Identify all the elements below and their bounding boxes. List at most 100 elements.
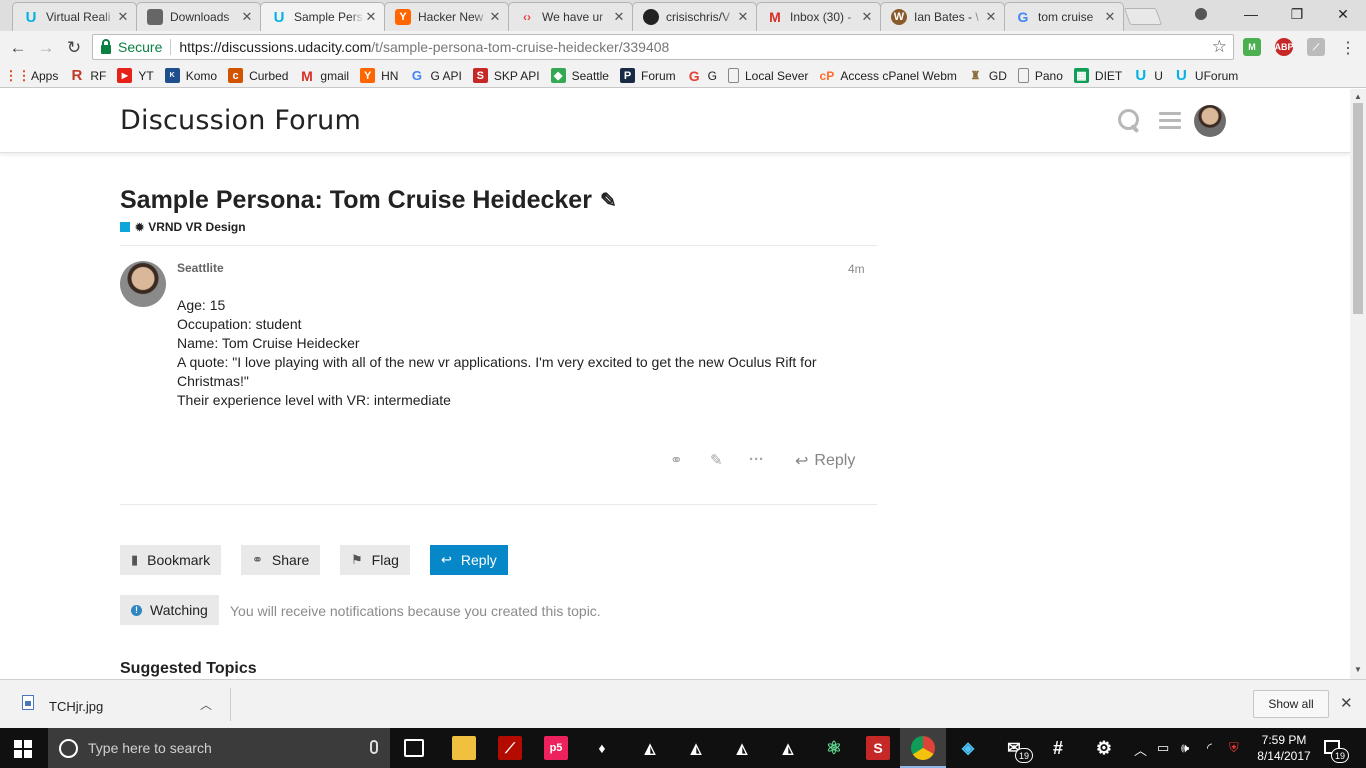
bookmark-star-icon[interactable]: ☆ bbox=[1212, 37, 1227, 57]
tab-inbox[interactable]: M Inbox (30) - ✕ bbox=[756, 2, 881, 31]
volume-icon[interactable]: 🕪 bbox=[1181, 740, 1189, 756]
scroll-down-icon[interactable]: ▼ bbox=[1354, 665, 1362, 674]
address-bar[interactable]: Secure https://discussions.udacity.com/t… bbox=[92, 34, 1234, 60]
chevron-up-icon[interactable]: ︿ bbox=[1134, 740, 1147, 759]
bookmark-cpanel[interactable]: cP Access cPanel Webm bbox=[819, 68, 957, 83]
bookmark-g[interactable]: GG bbox=[687, 68, 717, 84]
post-reply-button[interactable]: ↩ Reply bbox=[795, 451, 855, 471]
share-button[interactable]: ⚭ Share bbox=[241, 545, 321, 575]
taskbar-search[interactable]: Type here to search bbox=[48, 728, 390, 768]
tab-we-have-ur[interactable]: ‹› We have ur ✕ bbox=[508, 2, 633, 31]
settings-gear-icon[interactable]: ⚙ bbox=[1092, 736, 1116, 760]
show-all-button[interactable]: Show all bbox=[1253, 690, 1329, 718]
close-icon[interactable]: ✕ bbox=[240, 9, 254, 25]
notification-level-button[interactable]: ! Watching bbox=[120, 595, 219, 625]
bookmark-rf[interactable]: R RF bbox=[69, 67, 106, 84]
user-avatar[interactable] bbox=[1194, 105, 1226, 137]
tab-sample-persona[interactable]: U Sample Pers ✕ bbox=[260, 2, 385, 31]
bookmark-gd[interactable]: ♜ GD bbox=[968, 68, 1006, 83]
shield-icon[interactable]: ⛨ bbox=[1229, 740, 1239, 756]
app-icon[interactable]: ♦ bbox=[590, 736, 614, 760]
bookmark-gmail[interactable]: Mgmail bbox=[299, 68, 349, 84]
tab-tom-cruise-search[interactable]: G tom cruise ✕ bbox=[1004, 2, 1124, 31]
pencil-icon[interactable]: ✎ bbox=[600, 188, 617, 213]
wifi-icon[interactable]: ◜ bbox=[1207, 740, 1212, 756]
bookmark-seattle[interactable]: ◆ Seattle bbox=[550, 68, 609, 83]
search-icon[interactable] bbox=[1118, 109, 1140, 131]
bookmark-skp-api[interactable]: S SKP API bbox=[472, 68, 540, 83]
profile-icon[interactable] bbox=[1178, 0, 1224, 28]
menu-icon[interactable] bbox=[1159, 112, 1181, 130]
bookmark-apps[interactable]: ⋮⋮ Apps bbox=[5, 68, 59, 83]
bookmark-yt[interactable]: ▶ YT bbox=[117, 68, 154, 83]
window-close-icon[interactable]: ✕ bbox=[1320, 0, 1366, 28]
chrome-menu-icon[interactable]: ⋮ bbox=[1336, 36, 1360, 60]
bookmark-pano[interactable]: Pano bbox=[1017, 68, 1063, 83]
file-explorer-icon[interactable] bbox=[452, 736, 476, 760]
bookmark-forum[interactable]: P Forum bbox=[619, 68, 676, 83]
restore-icon[interactable]: ❐ bbox=[1274, 0, 1320, 28]
close-icon[interactable]: ✕ bbox=[1103, 9, 1117, 25]
close-icon[interactable]: ✕ bbox=[488, 9, 502, 25]
extension-m-icon[interactable]: M bbox=[1243, 38, 1261, 56]
link-icon[interactable]: ⚭ bbox=[670, 451, 683, 469]
bookmark-g-api[interactable]: G G API bbox=[409, 68, 462, 83]
more-icon[interactable]: ··· bbox=[749, 451, 764, 468]
tab-downloads[interactable]: Downloads ✕ bbox=[136, 2, 261, 31]
close-icon[interactable]: ✕ bbox=[1340, 694, 1353, 712]
new-tab-button[interactable] bbox=[1123, 8, 1163, 25]
close-icon[interactable]: ✕ bbox=[116, 9, 130, 25]
category-badge[interactable]: ✹ VRND VR Design bbox=[120, 220, 246, 234]
adblock-icon[interactable]: ABP bbox=[1275, 38, 1294, 56]
bookmark-u[interactable]: UU bbox=[1133, 67, 1163, 84]
site-title[interactable]: Discussion Forum bbox=[120, 105, 361, 136]
reply-button[interactable]: ↩ Reply bbox=[430, 545, 508, 575]
system-clock[interactable]: 7:59 PM 8/14/2017 bbox=[1254, 732, 1314, 764]
pdf-extension-icon[interactable]: ⟋ bbox=[1307, 38, 1325, 56]
back-icon[interactable]: ← bbox=[6, 36, 30, 60]
post-avatar[interactable] bbox=[120, 261, 166, 307]
slack-icon[interactable]: # bbox=[1046, 736, 1070, 760]
battery-icon[interactable]: ▭ bbox=[1157, 740, 1169, 756]
chrome-icon[interactable] bbox=[911, 736, 935, 760]
bookmark-komo[interactable]: K Komo bbox=[164, 68, 217, 83]
close-icon[interactable]: ✕ bbox=[736, 9, 750, 25]
acrobat-icon[interactable]: ⟋ bbox=[498, 736, 522, 760]
bookmark-uforum[interactable]: U UForum bbox=[1174, 67, 1238, 84]
atom-icon[interactable]: ⚛ bbox=[822, 736, 846, 760]
post-username[interactable]: Seattlite bbox=[177, 261, 224, 275]
unity-icon[interactable]: ◭ bbox=[638, 736, 662, 760]
scroll-thumb[interactable] bbox=[1353, 103, 1363, 314]
bookmark-button[interactable]: ▮ Bookmark bbox=[120, 545, 222, 575]
sketchup-icon[interactable]: S bbox=[866, 736, 890, 760]
close-icon[interactable]: ✕ bbox=[612, 9, 626, 25]
bookmark-hn[interactable]: Y HN bbox=[360, 68, 398, 83]
minimize-icon[interactable]: — bbox=[1228, 0, 1274, 28]
tab-virtual-reality[interactable]: U Virtual Reali ✕ bbox=[12, 2, 137, 31]
p5-icon[interactable]: p5 bbox=[544, 736, 568, 760]
forward-icon[interactable]: → bbox=[34, 36, 58, 60]
scroll-up-icon[interactable]: ▲ bbox=[1354, 92, 1362, 101]
page-scrollbar[interactable]: ▲ ▼ bbox=[1350, 89, 1366, 679]
close-icon[interactable]: ✕ bbox=[364, 9, 378, 25]
task-view-icon[interactable] bbox=[404, 739, 424, 757]
close-icon[interactable]: ✕ bbox=[984, 9, 998, 25]
bookmark-curbed[interactable]: c Curbed bbox=[228, 68, 288, 83]
bookmark-diet[interactable]: ▦ DIET bbox=[1073, 68, 1122, 83]
unity-icon[interactable]: ◭ bbox=[684, 736, 708, 760]
close-icon[interactable]: ✕ bbox=[860, 9, 874, 25]
app-diamond-icon[interactable]: ◈ bbox=[956, 736, 980, 760]
download-filename[interactable]: TCHjr.jpg bbox=[49, 699, 103, 714]
chevron-up-icon[interactable]: ︿ bbox=[200, 696, 212, 713]
unity-icon[interactable]: ◭ bbox=[776, 736, 800, 760]
microphone-icon[interactable] bbox=[370, 740, 378, 754]
unity-icon[interactable]: ◭ bbox=[730, 736, 754, 760]
tab-github[interactable]: crisischris/V ✕ bbox=[632, 2, 757, 31]
reload-icon[interactable]: ↻ bbox=[62, 36, 86, 60]
flag-button[interactable]: ⚑ Flag bbox=[340, 545, 410, 575]
bookmark-local-sever[interactable]: Local Sever bbox=[728, 68, 808, 83]
windows-start-icon[interactable] bbox=[14, 740, 32, 758]
tab-hacker-news[interactable]: Y Hacker New ✕ bbox=[384, 2, 509, 31]
post-age[interactable]: 4m bbox=[848, 262, 865, 276]
edit-icon[interactable]: ✎ bbox=[710, 451, 723, 469]
